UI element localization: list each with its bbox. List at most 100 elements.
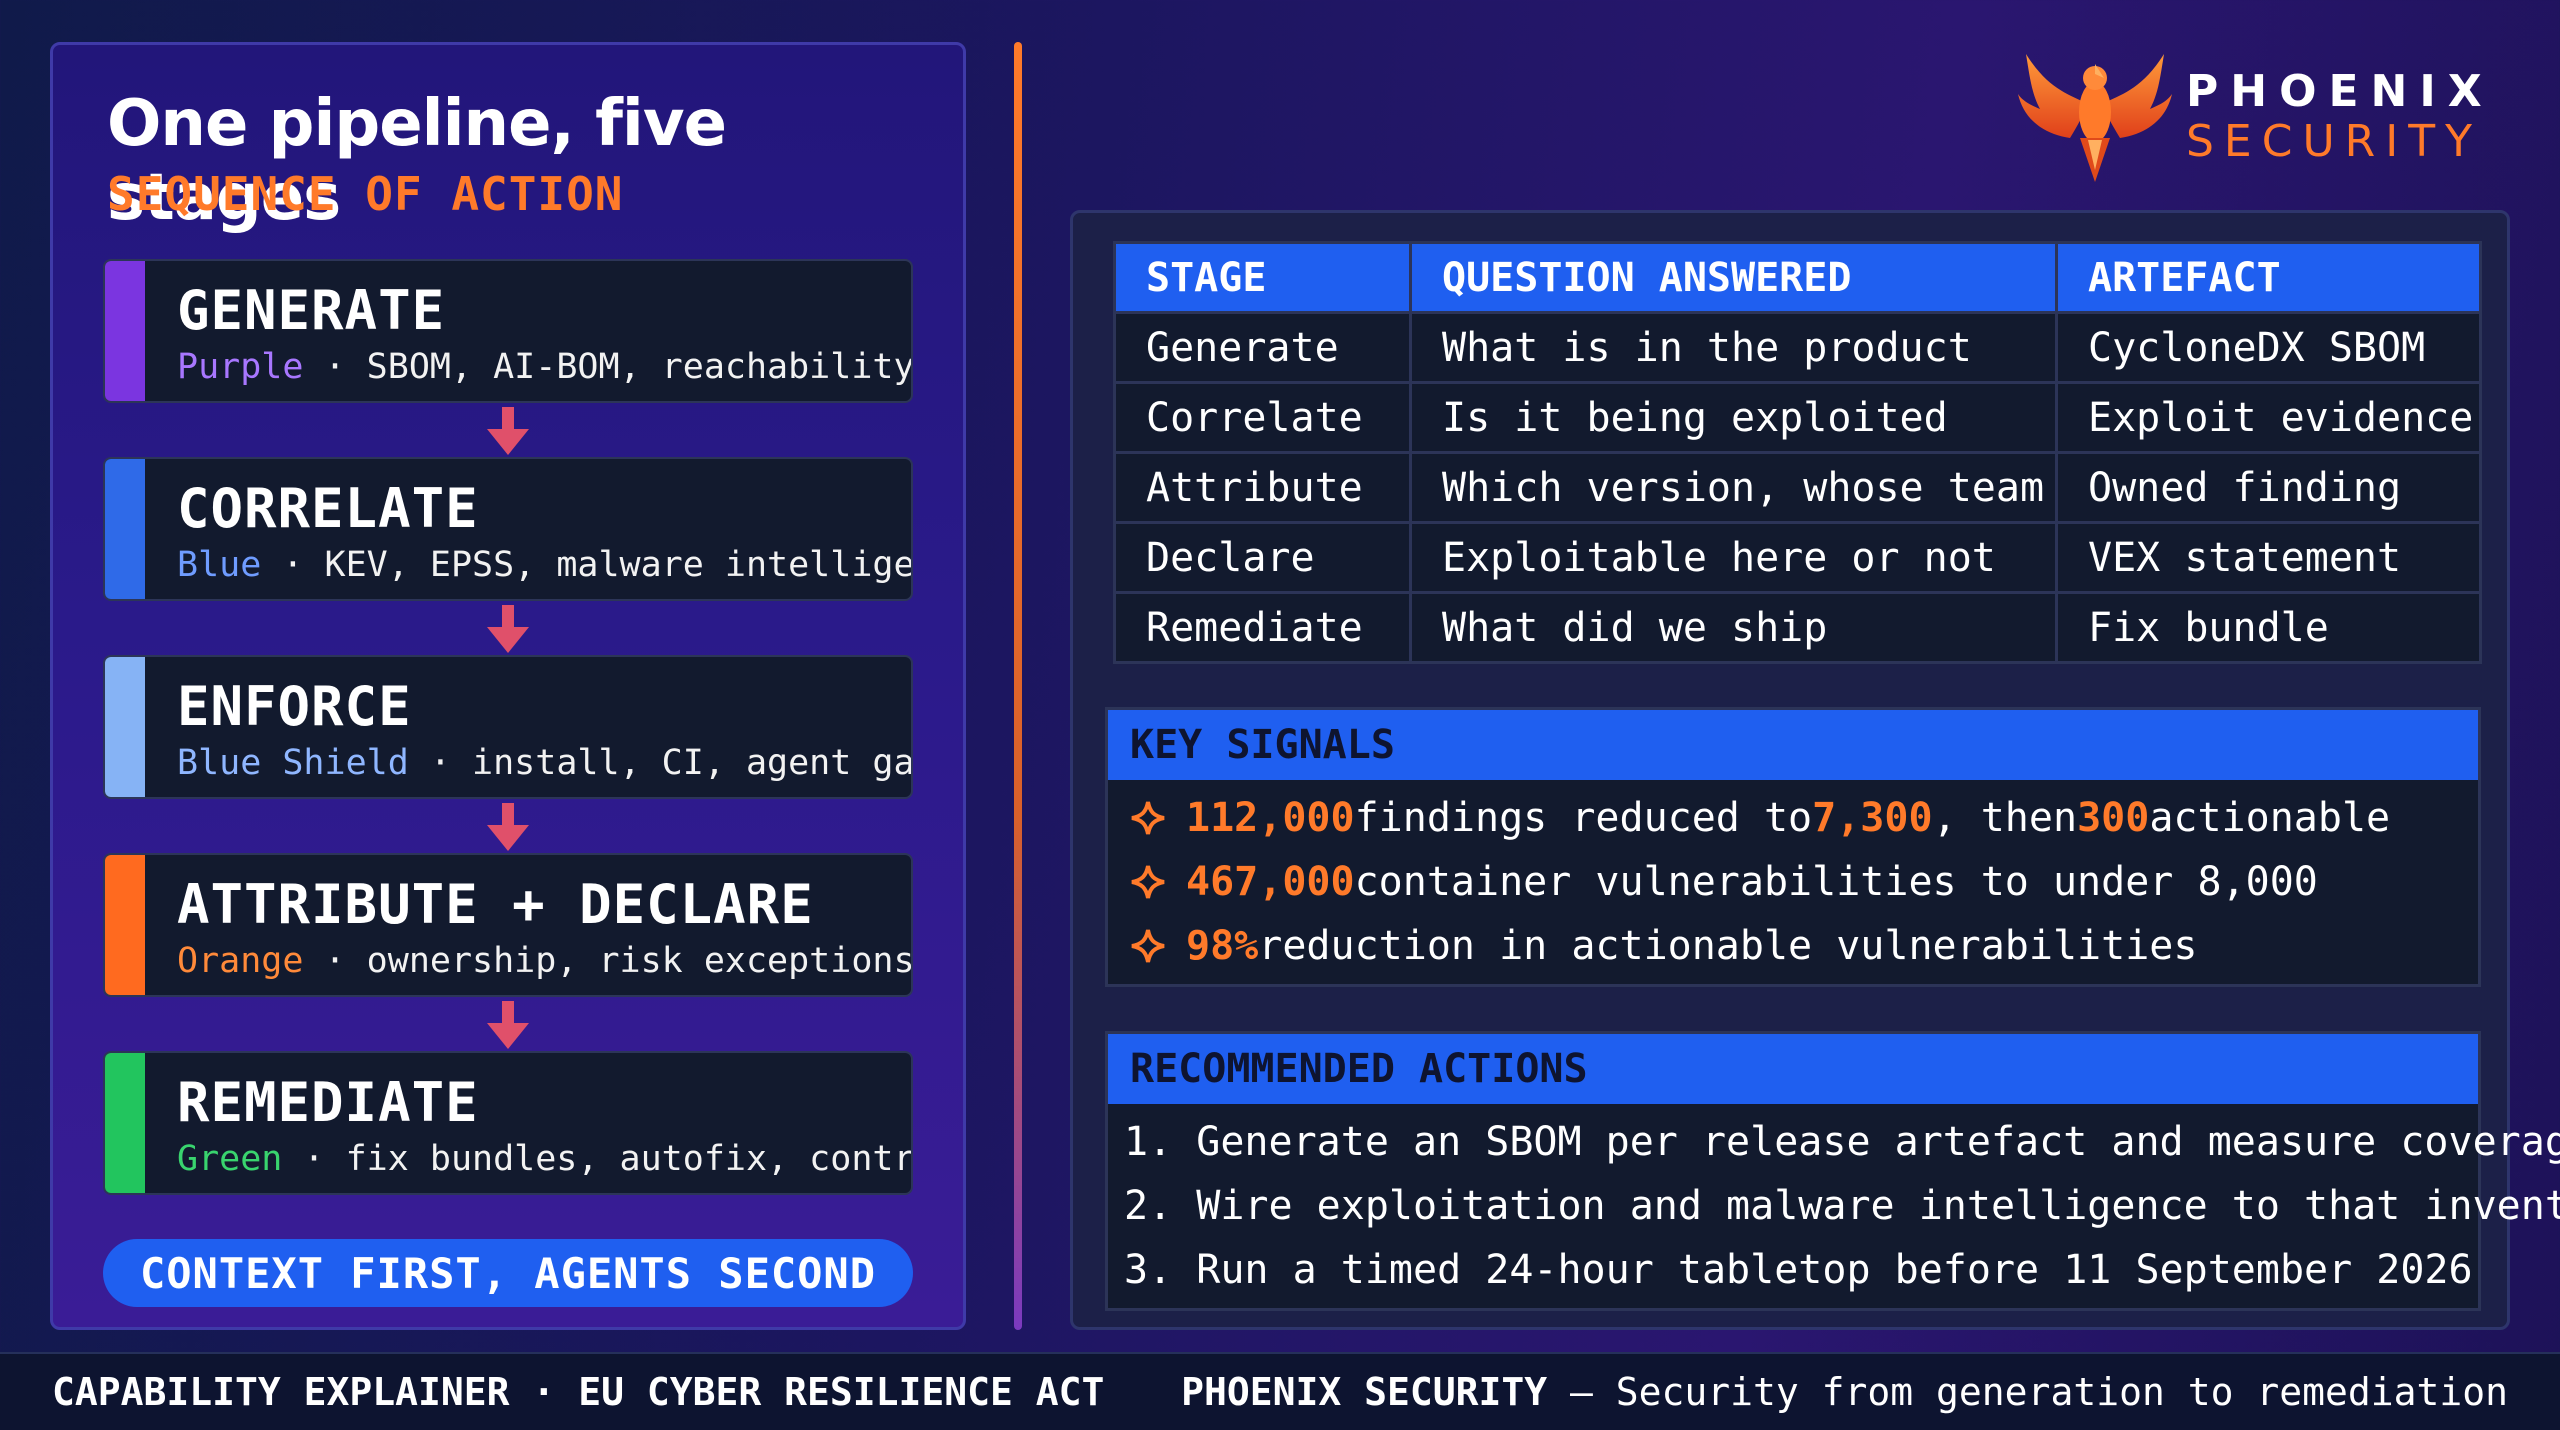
action-item: 3. Run a timed 24-hour tabletop before 1…: [1124, 1247, 2473, 1293]
stage-description: Orange · ownership, risk exceptions: [177, 941, 913, 981]
separator: ·: [282, 545, 304, 585]
arrow-down-icon: [487, 1001, 529, 1049]
action-item: 1. Generate an SBOM per release artefact…: [1124, 1119, 2560, 1165]
signal-value: 467,000: [1186, 859, 1355, 905]
stage-color-bar: [105, 261, 145, 401]
table-cell: Fix bundle: [2055, 591, 2482, 664]
stage-card-enforce: ENFORCE Blue Shield · install, CI, agent…: [103, 655, 913, 799]
stage-color-word: Blue: [177, 545, 262, 585]
signal-value: 112,000: [1186, 795, 1355, 841]
diamond-icon: [1131, 865, 1165, 899]
stage-description: Green · fix bundles, autofix, controls: [177, 1139, 913, 1179]
signal-item: 112,000 findings reduced to 7,300, then …: [1108, 786, 2478, 850]
table-cell: Exploitable here or not: [1409, 521, 2058, 594]
stage-table: STAGE QUESTION ANSWERED ARTEFACT Generat…: [1113, 241, 2482, 664]
stage-card-remediate: REMEDIATE Green · fix bundles, autofix, …: [103, 1051, 913, 1195]
recommended-actions-box: RECOMMENDED ACTIONS 1. Generate an SBOM …: [1105, 1031, 2560, 1311]
arrow-down-icon: [487, 407, 529, 455]
stage-name: REMEDIATE: [177, 1071, 479, 1134]
column-header: ARTEFACT: [2055, 241, 2482, 314]
separator: ·: [324, 941, 346, 981]
stage-name: GENERATE: [177, 279, 446, 342]
table-row: Attribute Which version, whose team Owne…: [1113, 451, 2482, 524]
stage-details: SBOM, AI-BOM, reachability: [366, 347, 913, 387]
footer-bar: CAPABILITY EXPLAINER · EU CYBER RESILIEN…: [0, 1352, 2560, 1430]
stage-details: fix bundles, autofix, controls: [345, 1139, 913, 1179]
stage-color-word: Blue Shield: [177, 743, 409, 783]
separator: ·: [324, 347, 346, 387]
stage-card-attribute-declare: ATTRIBUTE + DECLARE Orange · ownership, …: [103, 853, 913, 997]
table-row: Declare Exploitable here or not VEX stat…: [1113, 521, 2482, 594]
table-cell: VEX statement: [2055, 521, 2482, 594]
table-cell: Remediate: [1113, 591, 1412, 664]
arrow-down-icon: [487, 803, 529, 851]
stage-color-bar: [105, 459, 145, 599]
signal-text: findings reduced to: [1354, 795, 1813, 841]
table-cell: Declare: [1113, 521, 1412, 594]
diamond-icon: [1131, 801, 1165, 835]
stage-color-bar: [105, 657, 145, 797]
table-cell: Owned finding: [2055, 451, 2482, 524]
footer-brand-line: PHOENIX SECURITY — Security from generat…: [1181, 1370, 2508, 1414]
table-cell: Generate: [1113, 311, 1412, 384]
table-cell: What is in the product: [1409, 311, 2058, 384]
signal-value: 300: [2077, 795, 2150, 841]
arrow-down-icon: [487, 605, 529, 653]
logo-wordmark-primary: PHOENIX: [2186, 66, 2494, 117]
stage-color-bar: [105, 855, 145, 995]
signal-text: actionable: [2149, 795, 2391, 841]
signal-text: , then: [1932, 795, 2078, 841]
table-row: Correlate Is it being exploited Exploit …: [1113, 381, 2482, 454]
column-header: STAGE: [1113, 241, 1412, 314]
logo-wordmark-secondary: SECURITY: [2186, 116, 2482, 167]
key-signals-header: KEY SIGNALS: [1108, 710, 2478, 780]
vertical-divider: [1014, 42, 1022, 1330]
table-cell: Exploit evidence: [2055, 381, 2482, 454]
table-cell: Is it being exploited: [1409, 381, 2058, 454]
action-item: 2. Wire exploitation and malware intelli…: [1124, 1183, 2560, 1229]
signal-item: 467,000 container vulnerabilities to und…: [1108, 850, 2478, 914]
footer-tagline: — Security from generation to remediatio…: [1547, 1370, 2508, 1414]
stage-color-word: Purple: [177, 347, 304, 387]
stage-details: KEV, EPSS, malware intelligence: [324, 545, 913, 585]
footer-brand: PHOENIX SECURITY: [1181, 1370, 1548, 1414]
table-cell: Correlate: [1113, 381, 1412, 454]
stage-color-word: Green: [177, 1139, 283, 1179]
stages-panel: One pipeline, five stages SEQUENCE OF AC…: [50, 42, 966, 1330]
separator: ·: [429, 743, 451, 783]
table-header-row: STAGE QUESTION ANSWERED ARTEFACT: [1113, 241, 2482, 314]
stage-color-word: Orange: [177, 941, 304, 981]
phoenix-logo-icon: [2018, 54, 2172, 182]
signal-item: 98% reduction in actionable vulnerabilit…: [1108, 914, 2478, 978]
signal-value: 7,300: [1812, 795, 1933, 841]
stage-description: Purple · SBOM, AI-BOM, reachability: [177, 347, 913, 387]
stage-details: install, CI, agent gates: [472, 743, 913, 783]
table-row: Remediate What did we ship Fix bundle: [1113, 591, 2482, 664]
table-cell: Which version, whose team: [1409, 451, 2058, 524]
context-first-pill: CONTEXT FIRST, AGENTS SECOND: [103, 1239, 913, 1307]
stage-description: Blue Shield · install, CI, agent gates: [177, 743, 913, 783]
footer-caption: CAPABILITY EXPLAINER · EU CYBER RESILIEN…: [52, 1370, 1105, 1414]
column-header: QUESTION ANSWERED: [1409, 241, 2058, 314]
recommended-actions-header: RECOMMENDED ACTIONS: [1108, 1034, 2478, 1104]
details-panel: STAGE QUESTION ANSWERED ARTEFACT Generat…: [1070, 210, 2560, 1330]
stage-name: ATTRIBUTE + DECLARE: [177, 873, 814, 936]
stage-name: ENFORCE: [177, 675, 412, 738]
stage-card-correlate: CORRELATE Blue · KEV, EPSS, malware inte…: [103, 457, 913, 601]
key-signals-box: KEY SIGNALS 112,000 findings reduced to …: [1105, 707, 2481, 987]
signal-text: container vulnerabilities to under 8,000: [1354, 859, 2318, 905]
table-row: Generate What is in the product CycloneD…: [1113, 311, 2482, 384]
separator: ·: [303, 1139, 325, 1179]
stage-details: ownership, risk exceptions: [366, 941, 913, 981]
stage-color-bar: [105, 1053, 145, 1193]
panel-subtitle: SEQUENCE OF ACTION: [107, 167, 624, 221]
stage-name: CORRELATE: [177, 477, 479, 540]
stage-description: Blue · KEV, EPSS, malware intelligence: [177, 545, 913, 585]
diamond-icon: [1131, 929, 1165, 963]
signal-value: 98%: [1186, 923, 1259, 969]
table-cell: CycloneDX SBOM: [2055, 311, 2482, 384]
table-cell: Attribute: [1113, 451, 1412, 524]
table-cell: What did we ship: [1409, 591, 2058, 664]
stage-card-generate: GENERATE Purple · SBOM, AI-BOM, reachabi…: [103, 259, 913, 403]
signal-text: reduction in actionable vulnerabilities: [1258, 923, 2198, 969]
